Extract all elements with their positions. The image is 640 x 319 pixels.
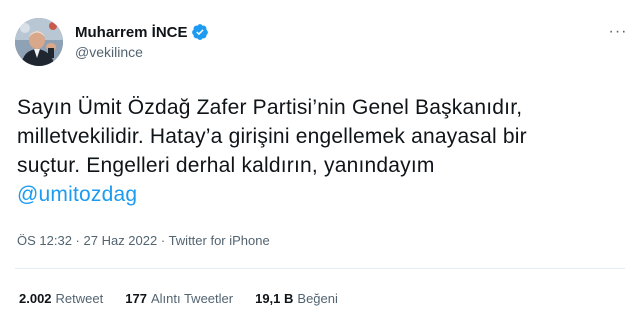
verified-badge-icon: [191, 23, 209, 41]
divider: [15, 268, 625, 269]
tweet-meta: ÖS 12:32 · 27 Haz 2022 · Twitter for iPh…: [17, 233, 270, 248]
like-count[interactable]: 19,1 B Beğeni: [255, 291, 338, 306]
tweet-text-line: Sayın Ümit Özdağ Zafer Partisi’nin Genel…: [17, 96, 523, 119]
profile-photo-icon: [15, 18, 63, 66]
avatar[interactable]: [15, 18, 63, 66]
retweet-count[interactable]: 2.002 Retweet: [19, 291, 103, 306]
mention-link[interactable]: @umitozdag: [17, 180, 627, 209]
meta-separator: ·: [157, 233, 169, 248]
quote-count[interactable]: 177 Alıntı Tweetler: [125, 291, 233, 306]
author-display-name[interactable]: Muharrem İNCE: [75, 24, 188, 41]
meta-separator: ·: [71, 233, 84, 248]
ellipsis-icon[interactable]: ···: [608, 22, 628, 42]
like-count-label: Beğeni: [297, 291, 338, 306]
tweet-text: Sayın Ümit Özdağ Zafer Partisi’nin Genel…: [17, 93, 627, 209]
tweet-card: Muharrem İNCE @vekilince ··· Sayın Ümit …: [0, 0, 640, 319]
retweet-count-value: 2.002: [19, 291, 52, 306]
author-handle[interactable]: @vekilince: [75, 44, 143, 60]
quote-count-value: 177: [125, 291, 147, 306]
tweet-text-line: suçtur. Engelleri derhal kaldırın, yanın…: [17, 154, 435, 177]
tweet-stats: 2.002 Retweet 177 Alıntı Tweetler 19,1 B Be…: [19, 291, 360, 306]
tweet-time[interactable]: ÖS 12:32: [17, 233, 72, 248]
author-name-row[interactable]: Muharrem İNCE: [75, 22, 209, 42]
tweet-source[interactable]: Twitter for iPhone: [169, 233, 270, 248]
retweet-count-label: Retweet: [55, 291, 104, 306]
tweet-text-line: milletvekilidir. Hatay’a girişini engell…: [17, 125, 527, 148]
tweet-date[interactable]: 27 Haz 2022: [84, 233, 158, 248]
quote-count-label: Alıntı Tweetler: [150, 291, 234, 306]
like-count-value: 19,1 B: [255, 291, 294, 306]
